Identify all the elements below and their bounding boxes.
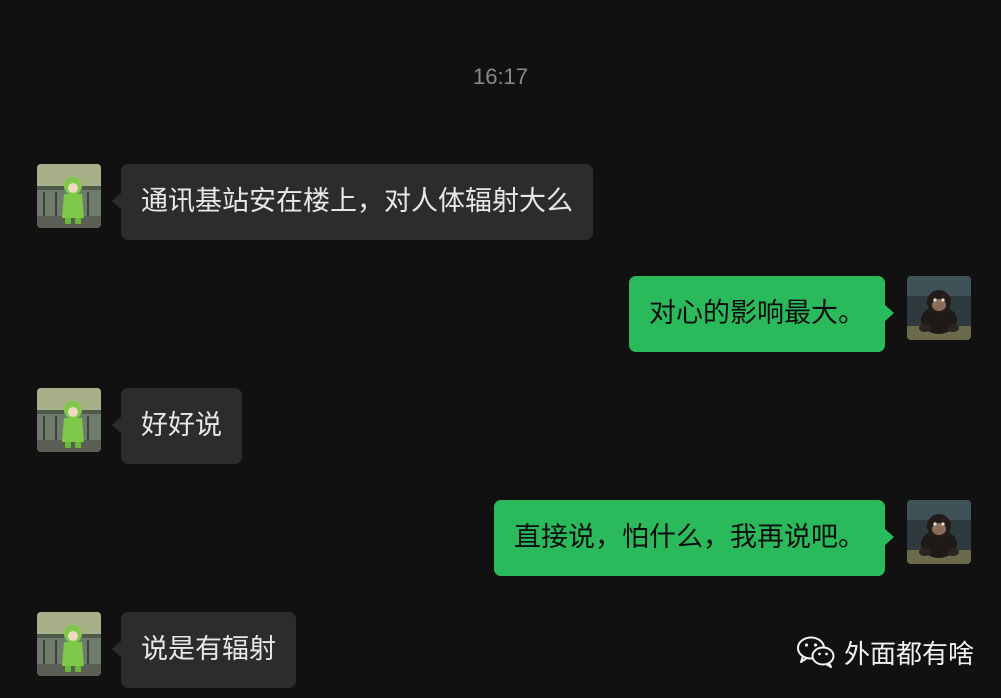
message-bubble[interactable]: 直接说，怕什么，我再说吧。 — [494, 500, 894, 576]
chimpanzee-avatar-icon — [907, 500, 971, 564]
bubble-tail — [884, 304, 894, 322]
message-text: 好好说 — [141, 410, 222, 441]
watermark: 外面都有啥 — [796, 632, 974, 672]
self-avatar[interactable] — [907, 276, 971, 340]
bubble-tail — [884, 528, 894, 546]
message-bubble[interactable]: 对心的影响最大。 — [629, 276, 894, 352]
chimpanzee-avatar-icon — [907, 276, 971, 340]
message-text: 对心的影响最大。 — [649, 298, 865, 329]
wechat-icon — [797, 636, 835, 668]
message-bubble[interactable]: 说是有辐射 — [112, 612, 296, 688]
bubble-tail — [112, 640, 122, 658]
bubble-tail — [112, 192, 122, 210]
bubble-tail — [112, 416, 122, 434]
green-hooded-girl-avatar-icon — [37, 612, 101, 676]
message-text: 直接说，怕什么，我再说吧。 — [514, 522, 865, 553]
contact-avatar[interactable] — [37, 388, 101, 452]
green-hooded-girl-avatar-icon — [37, 164, 101, 228]
message-bubble[interactable]: 通讯基站安在楼上，对人体辐射大么 — [112, 164, 593, 240]
contact-avatar[interactable] — [37, 612, 101, 676]
self-avatar[interactable] — [907, 500, 971, 564]
message-bubble[interactable]: 好好说 — [112, 388, 242, 464]
message-text: 说是有辐射 — [141, 634, 276, 665]
chat-timestamp: 16:17 — [472, 64, 529, 89]
contact-avatar[interactable] — [37, 164, 101, 228]
green-hooded-girl-avatar-icon — [37, 388, 101, 452]
watermark-text: 外面都有啥 — [844, 639, 975, 670]
message-text: 通讯基站安在楼上，对人体辐射大么 — [141, 186, 573, 217]
